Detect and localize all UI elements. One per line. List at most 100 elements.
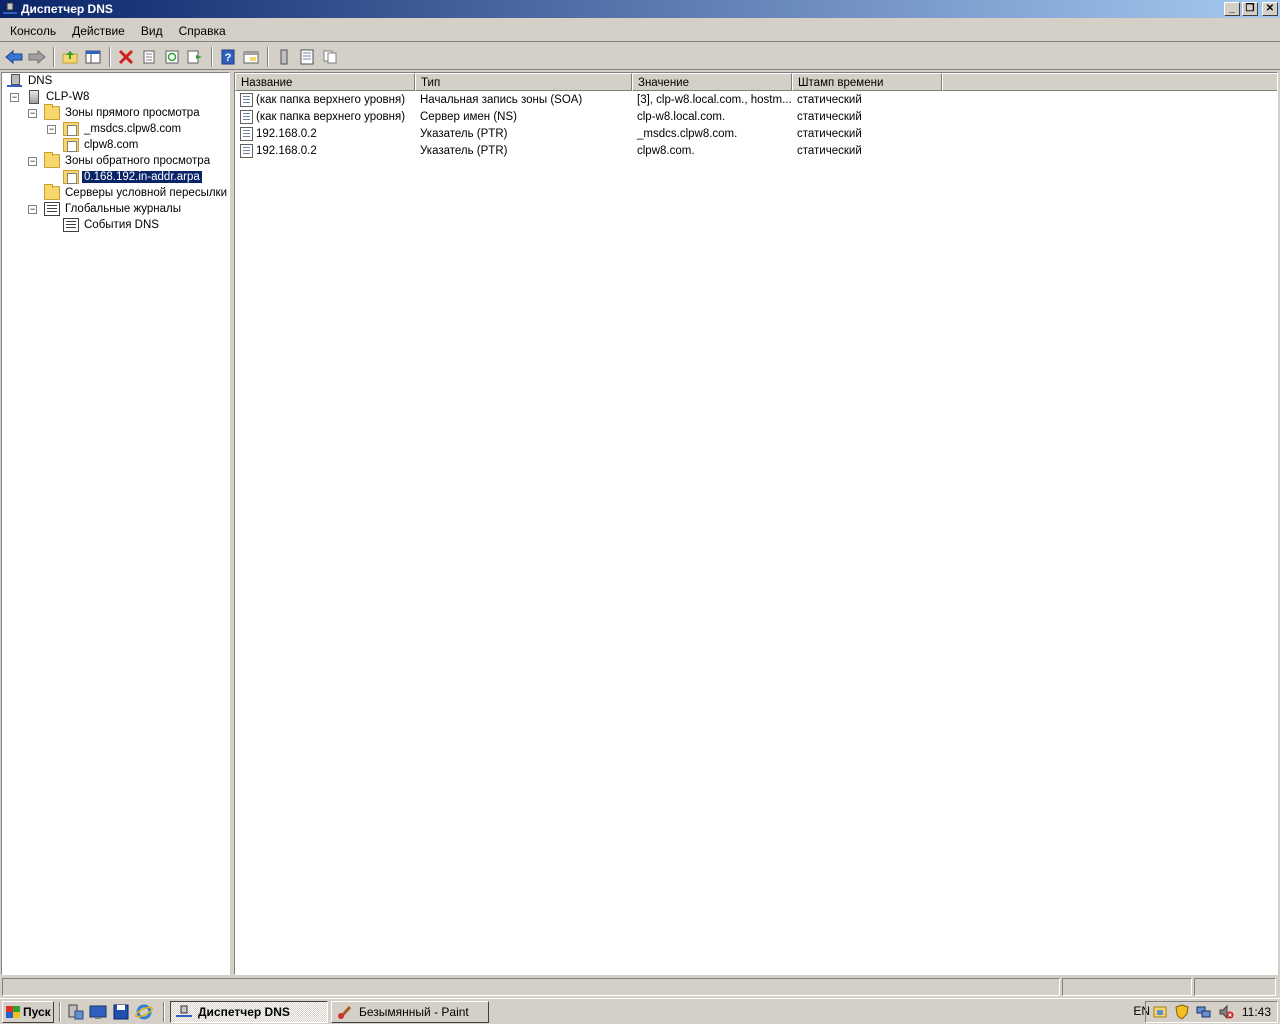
folder-icon [44,184,60,200]
tree-label-selected: 0.168.192.in-addr.arpa [81,170,203,184]
column-header-timestamp[interactable]: Штамп времени [792,73,942,91]
tree-label: События DNS [84,219,159,231]
table-row[interactable]: 192.168.0.2 Указатель (PTR) clpw8.com. с… [235,142,942,159]
save-disk-icon[interactable] [112,1003,130,1021]
record-list-icon[interactable] [296,46,318,68]
tree-label: CLP-W8 [46,91,90,103]
dns-root-icon [7,74,23,88]
properties-icon[interactable] [138,46,160,68]
folder-icon [44,152,60,168]
tree-label: Глобальные журналы [65,203,182,215]
start-button[interactable]: Пуск [2,1000,54,1023]
toolbar-separator [267,46,269,67]
cell-name: 192.168.0.2 [256,144,317,157]
menu-help[interactable]: Справка [173,22,232,40]
show-desktop-icon[interactable] [89,1003,107,1021]
status-panel-2 [1062,978,1192,996]
toolbar-separator [109,46,111,67]
column-header-name[interactable]: Название [235,73,415,91]
record-icon [240,143,253,158]
status-panel-3 [1194,978,1276,996]
collapse-toggle[interactable]: − [10,93,19,102]
task-dns-manager[interactable]: Диспетчер DNS [170,1000,328,1023]
toolbar: ? [0,44,1280,70]
tree-label: Серверы условной пересылки [65,187,228,199]
task-label: Безымянный - Paint [359,1004,469,1019]
zone-icon [63,138,79,152]
server-icon[interactable] [273,46,295,68]
paint-brush-icon [337,1005,353,1019]
record-list[interactable]: Название Тип Значение Штамп времени (как… [234,72,1278,975]
tree-item-reverse-zone[interactable]: 0.168.192.in-addr.arpa [63,169,203,185]
cell-timestamp: статический [797,127,862,140]
clock[interactable]: 11:43 [1242,1005,1271,1019]
menu-console[interactable]: Консоль [4,22,62,40]
cell-name: (как папка верхнего уровня) [256,93,406,106]
table-row[interactable]: (как папка верхнего уровня) Начальная за… [235,91,942,108]
back-arrow-icon[interactable] [3,46,25,68]
volume-muted-icon[interactable] [1218,1004,1234,1020]
table-row[interactable]: (как папка верхнего уровня) Сервер имен … [235,108,942,125]
taskbar-separator [163,1001,165,1022]
tree-label: Зоны обратного просмотра [65,155,211,167]
tree-label: DNS [28,75,53,87]
record-icon [240,109,253,124]
collapse-toggle[interactable]: − [28,157,37,166]
tree-item-dns[interactable]: DNS [7,73,54,89]
task-label: Диспетчер DNS [198,1004,290,1019]
record-icon [240,92,253,107]
export-list-icon[interactable] [184,46,206,68]
record-icon [240,126,253,141]
table-row[interactable]: 192.168.0.2 Указатель (PTR) _msdcs.clpw8… [235,125,942,142]
network-icon[interactable] [1196,1004,1212,1020]
collapse-toggle[interactable]: − [28,109,37,118]
cell-timestamp: статический [797,93,862,106]
tree-item-server[interactable]: CLP-W8 [26,89,91,105]
column-header-filler [942,73,1277,91]
minimize-button[interactable]: _ [1224,2,1240,16]
tree-item-forward-zones[interactable]: Зоны прямого просмотра [44,104,202,121]
status-bar [0,977,1280,997]
refresh-icon[interactable] [161,46,183,68]
tree-item-conditional-forwarders[interactable]: Серверы условной пересылки [44,184,229,201]
column-header-type[interactable]: Тип [415,73,632,91]
show-hide-tree-icon[interactable] [82,46,104,68]
taskbar-separator [59,1001,61,1022]
menu-view[interactable]: Вид [135,22,169,40]
collapse-toggle[interactable]: − [28,205,37,214]
help-icon[interactable]: ? [217,46,239,68]
tree-item-zone-clpw8[interactable]: clpw8.com [63,137,140,153]
tree-item-zone-msdcs[interactable]: _msdcs.clpw8.com [63,121,183,137]
close-button[interactable]: ✕ [1262,2,1278,16]
tree-item-global-logs[interactable]: Глобальные журналы [44,201,183,217]
delete-icon[interactable] [115,46,137,68]
cell-type: Начальная запись зоны (SOA) [420,93,583,106]
list-header: Название Тип Значение Штамп времени [235,73,1277,91]
collapse-toggle[interactable]: − [47,125,56,134]
title-bar: Диспетчер DNS _ ❐ ✕ [0,0,1280,18]
cell-name: (как папка верхнего уровня) [256,110,406,123]
cell-value: clpw8.com. [637,144,695,157]
task-paint[interactable]: Безымянный - Paint [331,1000,489,1023]
show-console-tree-icon[interactable] [240,46,262,68]
window-title: Диспетчер DNS [21,2,113,16]
menu-action[interactable]: Действие [66,22,131,40]
console-tree[interactable]: DNS − CLP-W8 − Зоны прямого просмотра − … [1,72,230,975]
tray-app-icon[interactable] [1152,1004,1168,1020]
cell-value: [3], clp-w8.local.com., hostm... [637,93,792,106]
forward-arrow-icon[interactable] [26,46,48,68]
internet-explorer-icon[interactable] [134,1003,154,1021]
tree-label: _msdcs.clpw8.com [84,123,182,135]
restore-button[interactable]: ❐ [1242,2,1258,16]
up-folder-icon[interactable] [59,46,81,68]
tree-item-reverse-zones[interactable]: Зоны обратного просмотра [44,152,212,169]
column-header-value[interactable]: Значение [632,73,792,91]
security-shield-icon[interactable] [1174,1004,1190,1020]
log-icon [44,202,60,216]
tree-item-dns-events[interactable]: События DNS [63,217,161,233]
folder-icon [44,104,60,120]
copy-icon[interactable] [319,46,341,68]
svg-text:?: ? [225,52,232,64]
dns-manager-icon [3,2,17,16]
server-manager-icon[interactable] [66,1003,84,1021]
